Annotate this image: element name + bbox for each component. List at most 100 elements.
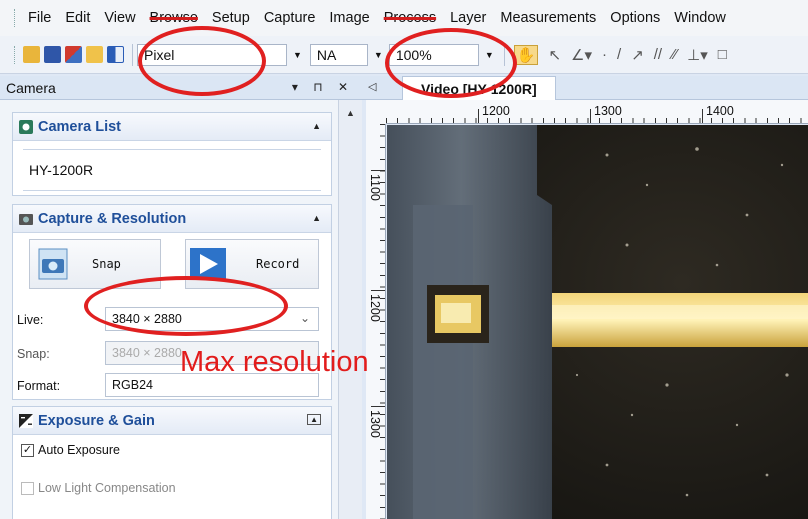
collapse-caret-icon-3[interactable]: ▲	[307, 414, 321, 425]
capture-icon	[19, 213, 33, 225]
vertical-ruler: 1100 1200 1300	[366, 124, 386, 519]
tab-scroll-left-icon[interactable]: ◁	[368, 80, 376, 93]
toolbar-separator-2	[503, 43, 505, 66]
menu-view[interactable]: View	[97, 10, 142, 26]
menu-window[interactable]: Window	[667, 10, 733, 26]
camera-list-section: Camera List ▲ HY-1200R	[12, 112, 332, 196]
app-window: File Edit View Browse Setup Capture Imag…	[0, 0, 808, 519]
scroll-up-icon[interactable]: ▲	[346, 108, 355, 118]
ratio-dropdown-icon[interactable]: ▼	[374, 50, 383, 60]
unit-dropdown-icon[interactable]: ▼	[293, 50, 302, 60]
zoom-combo[interactable]: 100%	[388, 43, 479, 66]
pointer-icon[interactable]: ↖	[548, 46, 561, 64]
live-resolution-select[interactable]: 3840 × 2880 ⌄	[105, 307, 319, 331]
menu-capture[interactable]: Capture	[257, 10, 323, 26]
ruler-y-minor-ticks	[380, 124, 385, 519]
menu-measurements[interactable]: Measurements	[493, 10, 603, 26]
snap-label: Snap	[92, 257, 121, 271]
save-icon[interactable]	[44, 46, 61, 63]
auto-exposure-checkbox-row[interactable]: ✓ Auto Exposure	[21, 443, 120, 457]
capture-header[interactable]: Capture & Resolution ▲	[13, 205, 331, 233]
camera-list-title: Camera List	[38, 118, 122, 135]
video-tab-label: Video [HY-1200R]	[421, 80, 537, 97]
rectangle-tool-icon[interactable]: □	[718, 46, 727, 63]
panel-controls[interactable]: ▾ ⊓ ✕	[292, 80, 354, 94]
exposure-section: Exposure & Gain ▲ ✓ Auto Exposure Low Li…	[12, 406, 332, 519]
toolbar: Pixel ▼ NA ▼ 100% ▼ ✋ ↖ ∠▾ · / ↗ // ⁄⁄ ⊥…	[0, 36, 808, 74]
video-preview[interactable]	[387, 125, 808, 519]
ruler-x-label: 1200	[482, 104, 510, 118]
low-light-checkbox[interactable]	[21, 481, 34, 495]
ruler-x-minor-ticks	[386, 118, 808, 123]
record-label: Record	[256, 257, 300, 271]
exposure-title: Exposure & Gain	[38, 412, 155, 429]
angle-tool-icon[interactable]: ∠▾	[571, 46, 592, 64]
camera-name: HY-1200R	[29, 162, 94, 178]
layout-icon[interactable]	[107, 46, 124, 63]
menu-layer[interactable]: Layer	[443, 10, 493, 26]
camera-panel-title: Camera	[6, 79, 56, 96]
ratio-combo[interactable]: NA	[309, 43, 368, 66]
menu-edit[interactable]: Edit	[58, 10, 97, 26]
menu-image[interactable]: Image	[322, 10, 376, 26]
ruler-x-label: 1400	[706, 104, 734, 118]
unit-value: Pixel	[144, 46, 175, 63]
save-as-icon[interactable]	[65, 46, 82, 63]
capture-title: Capture & Resolution	[38, 210, 187, 227]
menu-setup[interactable]: Setup	[205, 10, 257, 26]
horizontal-ruler: 1200 1300 1400	[386, 100, 808, 124]
auto-exposure-checkbox[interactable]: ✓	[21, 443, 34, 457]
snap-camera-icon	[38, 248, 68, 280]
point-tool-icon[interactable]: ·	[602, 46, 607, 63]
panel-scrollbar[interactable]: ▲	[338, 100, 362, 519]
low-light-label: Low Light Compensation	[38, 481, 176, 495]
format-value: RGB24	[112, 378, 153, 392]
unit-combo[interactable]: Pixel	[137, 43, 287, 66]
zoom-value: 100%	[395, 46, 432, 63]
tab-video[interactable]: Video [HY-1200R]	[402, 76, 556, 100]
record-button[interactable]: Record	[185, 239, 319, 289]
menu-options[interactable]: Options	[603, 10, 667, 26]
collapse-caret-icon-2[interactable]: ▲	[312, 213, 321, 223]
chevron-down-icon: ⌄	[299, 311, 310, 325]
video-tab-bar: ◁ Video [HY-1200R]	[362, 76, 808, 100]
menu-process[interactable]: Process	[377, 10, 443, 26]
snap-button[interactable]: Snap	[29, 239, 161, 289]
microscope-image	[387, 125, 808, 519]
camera-list-item[interactable]: HY-1200R	[23, 149, 321, 191]
arrow-line-tool-icon[interactable]: ↗	[631, 46, 644, 64]
toolbar-grip	[14, 45, 17, 64]
ruler-x-label: 1300	[594, 104, 622, 118]
ruler-corner	[366, 100, 386, 124]
zoom-dropdown-icon[interactable]: ▼	[485, 50, 494, 60]
snap-resolution-label: Snap:	[17, 347, 50, 361]
camera-list-icon	[19, 119, 33, 134]
live-resolution-value: 3840 × 2880	[112, 312, 182, 326]
record-play-icon	[190, 248, 226, 280]
menu-bar: File Edit View Browse Setup Capture Imag…	[0, 0, 808, 36]
exposure-icon	[19, 413, 33, 428]
collapse-caret-icon[interactable]: ▲	[312, 121, 321, 131]
live-label: Live:	[17, 313, 44, 327]
camera-list-header[interactable]: Camera List ▲	[13, 113, 331, 141]
low-light-checkbox-row[interactable]: Low Light Compensation	[21, 481, 176, 495]
exposure-header[interactable]: Exposure & Gain ▲	[13, 407, 331, 435]
camera-panel-titlebar: Camera ▾ ⊓ ✕	[0, 76, 362, 100]
annotation-max-resolution: Max resolution	[180, 346, 369, 378]
toolbar-separator	[132, 43, 133, 66]
browse-folder-icon[interactable]	[86, 46, 103, 63]
menu-grip	[14, 9, 17, 27]
auto-exposure-label: Auto Exposure	[38, 443, 120, 457]
menu-browse[interactable]: Browse	[143, 10, 205, 26]
camera-panel: Camera List ▲ HY-1200R Capture & Resolut…	[0, 100, 338, 519]
perpendicular-tool-icon[interactable]: ⊥▾	[687, 46, 708, 64]
parallel-tool-icon[interactable]: //	[654, 46, 662, 63]
ratio-value: NA	[316, 46, 337, 63]
open-folder-icon[interactable]	[23, 46, 40, 63]
format-label: Format:	[17, 379, 61, 393]
line-tool-icon[interactable]: /	[617, 46, 621, 63]
parallel-measure-icon[interactable]: ⁄⁄	[672, 46, 677, 63]
snap-resolution-value: 3840 × 2880	[112, 346, 182, 360]
menu-file[interactable]: File	[21, 10, 58, 26]
hand-pan-icon[interactable]: ✋	[513, 44, 539, 65]
